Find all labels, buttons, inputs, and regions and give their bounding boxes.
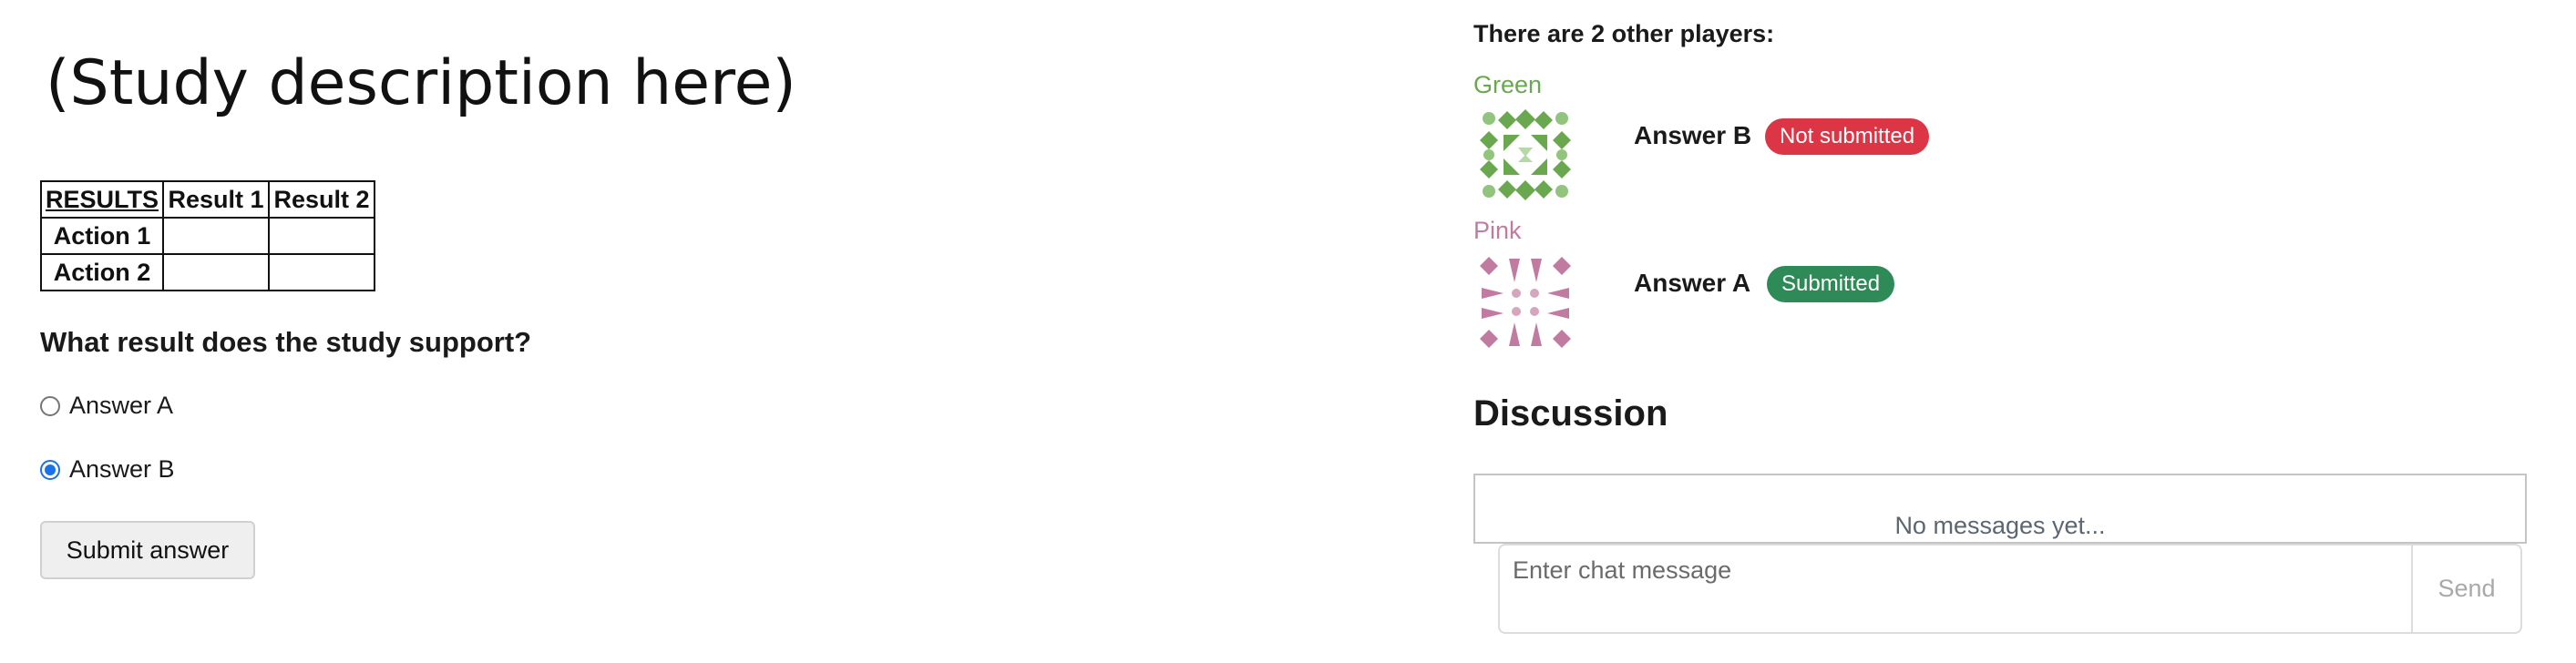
messages-box: No messages yet...	[1473, 474, 2527, 544]
submit-answer-button[interactable]: Submit answer	[40, 521, 255, 579]
chat-message-input[interactable]	[1500, 546, 2411, 596]
player-name-pink: Pink	[1473, 217, 1522, 244]
player-name-green: Green	[1473, 71, 1543, 98]
table-header-cell: Result 2	[268, 180, 376, 219]
player-avatar-pink-icon	[1480, 257, 1571, 348]
table-row: Action 2	[39, 253, 376, 291]
study-description: (Study description here)	[46, 47, 796, 119]
radio-answer-a[interactable]	[40, 395, 60, 416]
table-row: Action 1	[39, 217, 376, 255]
table-header-cell: Result 1	[162, 180, 271, 219]
status-badge-green: Not submitted	[1765, 118, 1930, 155]
page: (Study description here) RESULTS Result …	[0, 0, 2576, 663]
table-cell	[268, 253, 376, 291]
table-row-label: Action 2	[39, 253, 165, 291]
player-answer-green: Answer B	[1634, 121, 1752, 149]
question-text: What result does the study support?	[40, 326, 532, 358]
empty-messages-text: No messages yet...	[1894, 512, 2106, 539]
answer-option-label: Answer B	[69, 455, 175, 483]
answer-option-b[interactable]: Answer B	[40, 455, 175, 484]
chat-input-group: Send	[1498, 544, 2522, 634]
table-header-cell: RESULTS	[39, 180, 165, 219]
table-cell	[162, 217, 271, 255]
answer-option-label: Answer A	[69, 392, 174, 419]
results-table: RESULTS Result 1 Result 2 Action 1 Actio…	[39, 180, 376, 291]
player-answer-pink: Answer A	[1634, 269, 1751, 297]
table-header-row: RESULTS Result 1 Result 2	[39, 180, 376, 219]
table-row-label: Action 1	[39, 217, 165, 255]
radio-answer-b[interactable]	[40, 459, 60, 480]
discussion-title: Discussion	[1473, 393, 1668, 434]
status-badge-pink: Submitted	[1767, 266, 1895, 302]
table-cell	[162, 253, 271, 291]
players-heading: There are 2 other players:	[1473, 20, 1775, 47]
table-cell	[268, 217, 376, 255]
player-avatar-green-icon	[1480, 109, 1571, 200]
send-button[interactable]: Send	[2411, 546, 2520, 632]
answer-option-a[interactable]: Answer A	[40, 392, 173, 420]
